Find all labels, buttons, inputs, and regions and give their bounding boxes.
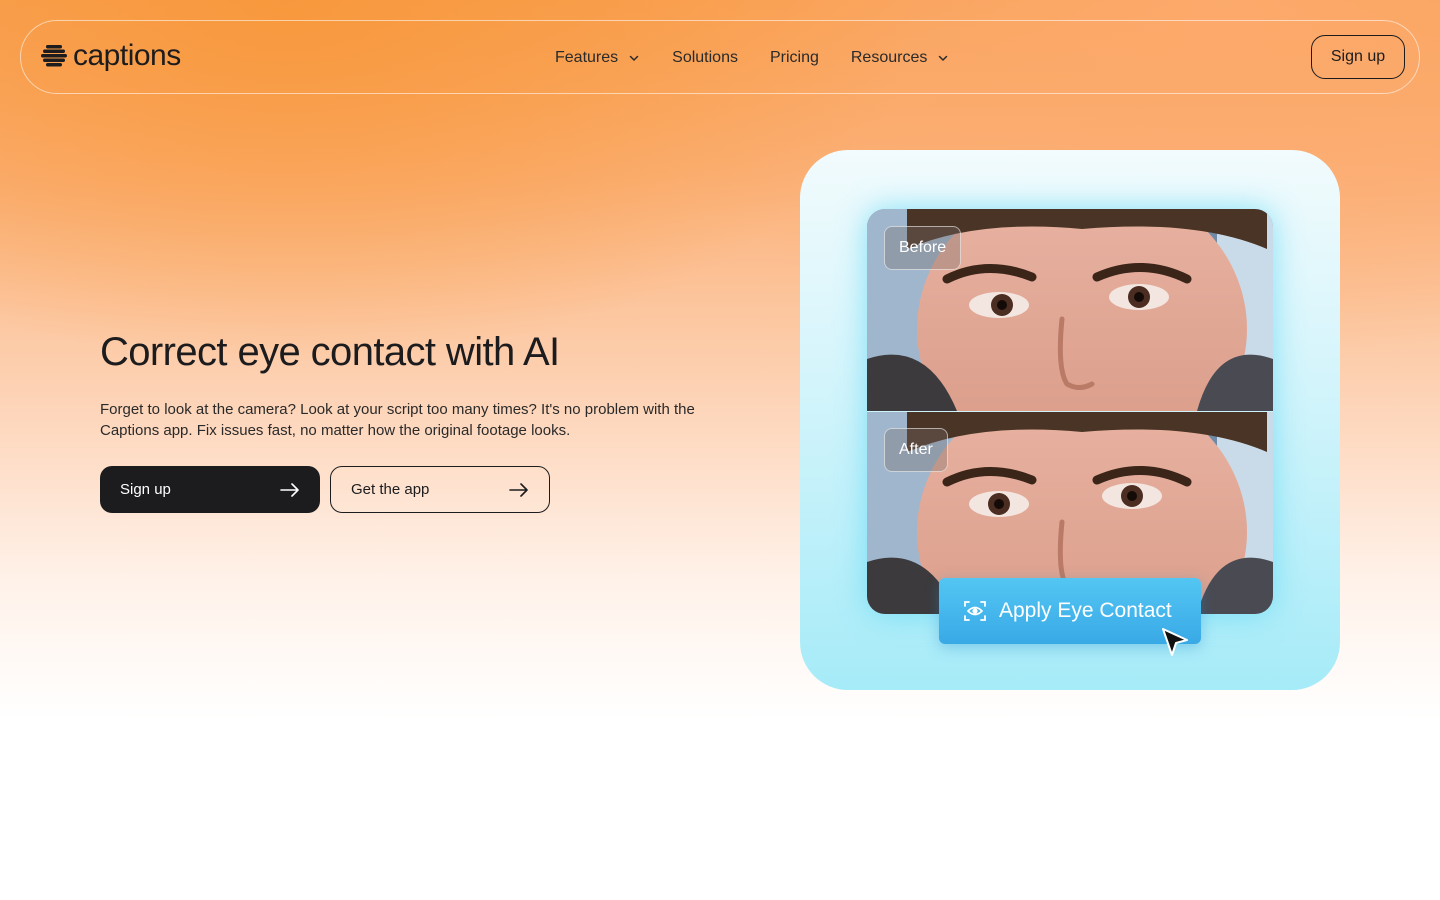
before-after-frame: Before After (867, 209, 1273, 614)
get-app-button[interactable]: Get the app (330, 466, 550, 513)
logo[interactable]: captions (41, 41, 181, 71)
before-label: Before (884, 226, 962, 270)
nav-item-resources[interactable]: Resources (851, 49, 949, 67)
hero-title: Correct eye contact with AI (100, 330, 560, 374)
captions-logo-icon (41, 45, 67, 67)
arrow-right-icon (509, 482, 528, 497)
nav-item-label: Features (555, 49, 619, 66)
nav-item-features[interactable]: Features (555, 49, 640, 67)
after-label: After (884, 428, 948, 472)
signup-button-label: Sign up (120, 481, 171, 498)
nav-item-label: Resources (850, 49, 928, 66)
signup-button[interactable]: Sign up (100, 466, 320, 513)
chevron-down-icon (629, 55, 639, 61)
mouse-pointer-icon (1162, 628, 1188, 656)
apply-eye-contact-label: Apply Eye Contact (999, 599, 1172, 622)
nav-item-pricing[interactable]: Pricing (770, 49, 819, 67)
hero-subtitle: Forget to look at the camera? Look at yo… (100, 401, 695, 439)
nav-item-label: Pricing (769, 49, 819, 66)
eye-contact-demo-card: Before After Apply Eye Contact (800, 150, 1340, 690)
nav-links: Features Solutions Pricing Resources (555, 21, 949, 95)
nav-signup-button[interactable]: Sign up (1311, 35, 1405, 79)
eye-scan-icon (964, 601, 986, 621)
get-app-button-label: Get the app (351, 481, 430, 498)
top-navigation: captions Features Solutions Pricing Reso… (20, 20, 1420, 94)
logo-text: captions (73, 39, 181, 72)
nav-item-label: Solutions (672, 49, 738, 66)
arrow-right-icon (280, 482, 299, 497)
nav-item-solutions[interactable]: Solutions (672, 49, 738, 67)
chevron-down-icon (939, 55, 948, 61)
